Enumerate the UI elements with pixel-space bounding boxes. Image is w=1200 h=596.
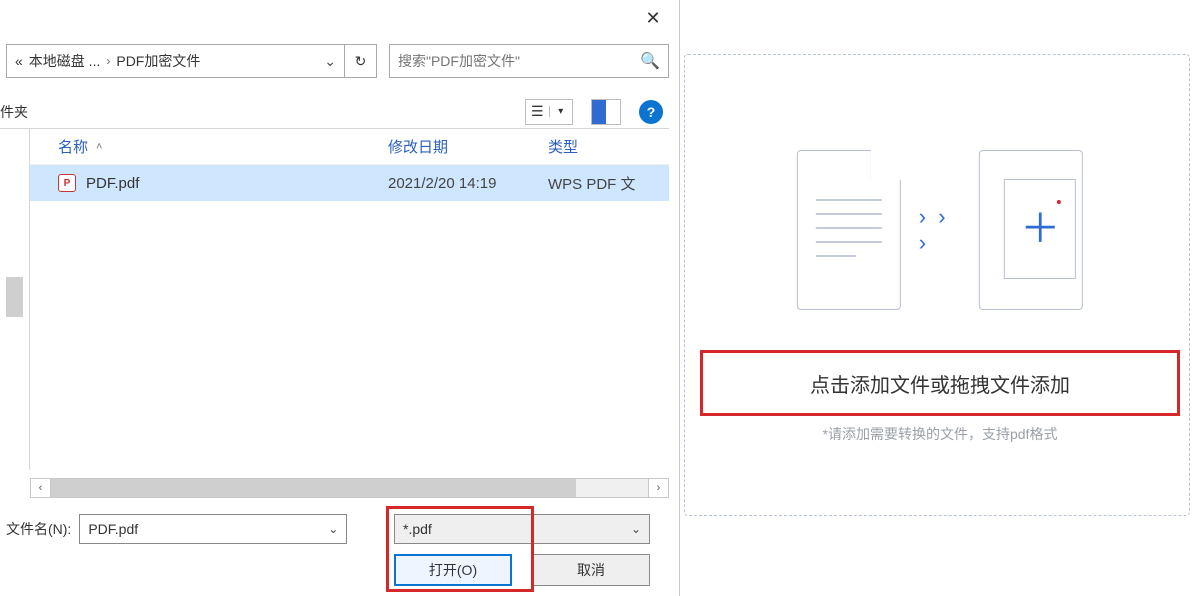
breadcrumb-prefix: « — [15, 53, 23, 69]
col-date-header[interactable]: 修改日期 — [388, 136, 548, 157]
scroll-thumb[interactable] — [51, 479, 576, 497]
address-bar-row: « 本地磁盘 ... › PDF加密文件 ⌄ ↻ 🔍 — [0, 44, 669, 78]
search-input[interactable] — [398, 53, 640, 69]
breadcrumb-path[interactable]: « 本地磁盘 ... › PDF加密文件 ⌄ — [6, 44, 345, 78]
filename-row: 文件名(N): PDF.pdf ⌄ — [6, 514, 347, 544]
scroll-track[interactable] — [51, 479, 648, 497]
file-row-selected[interactable]: P PDF.pdf 2021/2/20 14:19 WPS PDF 文 — [30, 165, 669, 201]
search-box[interactable]: 🔍 — [389, 44, 669, 78]
pdf-file-icon: P — [58, 174, 76, 192]
view-mode-dropdown[interactable]: ☰ ▾ — [525, 99, 573, 125]
close-button[interactable]: ✕ — [633, 4, 673, 32]
file-date: 2021/2/20 14:19 — [388, 175, 548, 192]
chevron-down-icon: ▾ — [549, 106, 573, 117]
dropzone-add-files[interactable]: 点击添加文件或拖拽文件添加 — [700, 350, 1180, 416]
file-open-dialog: ✕ « 本地磁盘 ... › PDF加密文件 ⌄ ↻ 🔍 件夹 ☰ ▾ ? — [0, 0, 680, 596]
help-icon[interactable]: ? — [639, 100, 663, 124]
breadcrumb-drive[interactable]: 本地磁盘 ... — [29, 51, 101, 71]
dropzone-illustration: › › › ＋ — [797, 150, 1083, 310]
file-browser-body: 名称 ˄ 修改日期 类型 P PDF.pdf 2021/2/20 14:19 W… — [0, 129, 669, 470]
dialog-toolbar: 件夹 ☰ ▾ ? — [0, 95, 669, 129]
dialog-button-row: 打开(O) 取消 — [394, 554, 650, 586]
file-name: PDF.pdf — [86, 175, 139, 192]
nav-tree-scrollbar[interactable] — [0, 129, 30, 470]
chevron-down-icon[interactable]: ⌄ — [631, 522, 641, 536]
toolbar-left-label: 件夹 — [0, 102, 28, 122]
dropzone-hint: *请添加需要转换的文件，支持pdf格式 — [680, 424, 1200, 444]
arrow-right-icon: › › › — [919, 204, 962, 256]
breadcrumb-sep: › — [106, 54, 110, 68]
filename-label: 文件名(N): — [6, 519, 71, 539]
refresh-button[interactable]: ↻ — [345, 44, 377, 78]
file-list: 名称 ˄ 修改日期 类型 P PDF.pdf 2021/2/20 14:19 W… — [30, 129, 669, 470]
sort-asc-icon: ˄ — [96, 141, 102, 153]
horizontal-scrollbar[interactable]: ‹ › — [30, 478, 669, 498]
app-dropzone-panel: › › › ＋ 点击添加文件或拖拽文件添加 *请添加需要转换的文件，支持pdf格… — [680, 0, 1200, 596]
file-type: WPS PDF 文 — [548, 173, 669, 194]
target-page-icon: ＋ — [979, 150, 1083, 310]
preview-pane-toggle[interactable] — [591, 99, 621, 125]
scroll-left-arrow[interactable]: ‹ — [31, 479, 51, 497]
col-type-header[interactable]: 类型 — [548, 136, 669, 157]
open-button-label: 打开(O) — [429, 560, 477, 580]
path-dropdown-icon[interactable]: ⌄ — [324, 53, 336, 70]
scroll-right-arrow[interactable]: › — [648, 479, 668, 497]
col-name-header[interactable]: 名称 — [58, 136, 88, 157]
filetype-combo[interactable]: *.pdf ⌄ — [394, 514, 650, 544]
chevron-down-icon[interactable]: ⌄ — [328, 522, 338, 536]
view-list-icon: ☰ — [526, 103, 549, 120]
source-page-icon — [797, 150, 901, 310]
search-icon[interactable]: 🔍 — [640, 51, 660, 71]
filename-value: PDF.pdf — [88, 521, 138, 537]
filetype-value: *.pdf — [403, 521, 432, 537]
open-button[interactable]: 打开(O) — [394, 554, 512, 586]
cancel-button-label: 取消 — [577, 560, 605, 580]
dropzone-main-label: 点击添加文件或拖拽文件添加 — [810, 369, 1070, 398]
cancel-button[interactable]: 取消 — [532, 554, 650, 586]
accent-dot-icon — [1057, 200, 1061, 204]
column-headers[interactable]: 名称 ˄ 修改日期 类型 — [30, 129, 669, 165]
filename-combo[interactable]: PDF.pdf ⌄ — [79, 514, 347, 544]
breadcrumb-folder[interactable]: PDF加密文件 — [116, 51, 200, 71]
